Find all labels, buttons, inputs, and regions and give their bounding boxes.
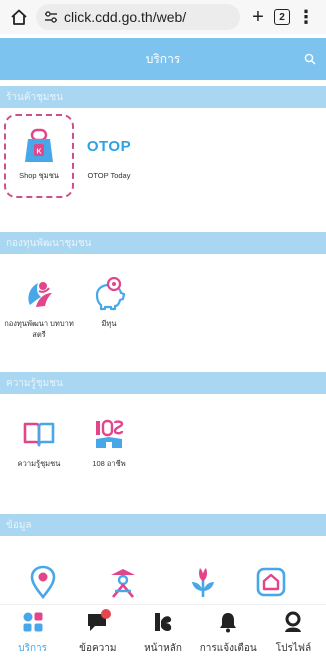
plus-icon: + — [252, 5, 264, 28]
home-icon[interactable] — [8, 6, 30, 28]
service-label: OTOP Today — [87, 171, 131, 180]
service-location[interactable] — [8, 560, 78, 604]
grid-icon — [22, 611, 44, 638]
service-women-fund[interactable]: กองทุนพัฒนา บทบาทสตรี — [4, 272, 74, 340]
occupation-icon — [74, 412, 144, 456]
bottom-navigation: บริการ ข้อความ หน้าหลัก การแจ้งเตือน โปร… — [0, 604, 326, 657]
nav-messages[interactable]: ข้อความ — [65, 605, 130, 657]
service-label: ความรู้ชุมชน — [17, 459, 61, 468]
page-title: บริการ — [145, 51, 181, 66]
section-header: ร้านค้าชุมชน — [0, 86, 326, 108]
nav-label: ข้อความ — [79, 643, 117, 654]
service-label: Shop ชุมชน — [19, 171, 59, 180]
service-knowledge[interactable]: ความรู้ชุมชน — [4, 412, 74, 469]
more-icon: ⋮ — [297, 7, 315, 27]
nav-profile[interactable]: โปรไฟล์ — [261, 605, 326, 657]
site-settings-icon[interactable] — [44, 11, 58, 23]
shopping-bag-icon: K — [4, 124, 74, 168]
menu-button[interactable]: ⋮ — [294, 5, 318, 29]
otop-logo: OTOP — [74, 124, 144, 168]
browser-toolbar: click.cdd.go.th/web/ + 2 ⋮ — [0, 0, 326, 34]
tab-count: 2 — [274, 9, 290, 25]
nav-label: การแจ้งเตือน — [199, 643, 257, 654]
piggy-bank-icon — [74, 272, 144, 316]
url-bar[interactable]: click.cdd.go.th/web/ — [36, 4, 240, 30]
nav-label: โปรไฟล์ — [275, 643, 312, 654]
service-person[interactable] — [88, 560, 158, 604]
service-shop[interactable]: K Shop ชุมชน — [4, 124, 74, 181]
plant-icon — [168, 560, 238, 604]
tab-switcher-button[interactable]: 2 — [270, 5, 294, 29]
service-house[interactable] — [236, 560, 306, 604]
home-logo-icon — [152, 611, 174, 638]
book-icon — [4, 412, 74, 456]
service-label: กองทุนพัฒนา บทบาทสตรี — [4, 319, 74, 339]
nav-services[interactable]: บริการ — [0, 605, 65, 657]
service-meetun[interactable]: มีทุน — [74, 272, 144, 329]
nav-label: หน้าหลัก — [144, 643, 182, 654]
new-tab-button[interactable]: + — [246, 5, 270, 29]
house-icon — [236, 560, 306, 604]
person-icon — [88, 560, 158, 604]
women-fund-icon — [4, 272, 74, 316]
search-icon[interactable] — [304, 52, 316, 70]
service-otop[interactable]: OTOP OTOP Today — [74, 124, 144, 181]
svg-text:K: K — [36, 149, 41, 156]
location-pin-icon — [8, 560, 78, 604]
nav-home[interactable]: หน้าหลัก — [130, 605, 195, 657]
nav-notifications[interactable]: การแจ้งเตือน — [196, 605, 261, 657]
bell-icon — [217, 611, 239, 638]
service-label: มีทุน — [101, 319, 117, 328]
section-header: ข้อมูล — [0, 514, 326, 536]
service-label: 108 อาชีพ — [92, 459, 126, 468]
app-header: บริการ — [0, 38, 326, 80]
nav-label: บริการ — [18, 643, 47, 654]
service-plant[interactable] — [168, 560, 238, 604]
profile-icon — [282, 611, 304, 638]
otop-logo-text: OTOP — [86, 137, 132, 155]
section-header: กองทุนพัฒนาชุมชน — [0, 232, 326, 254]
service-108-jobs[interactable]: 108 อาชีพ — [74, 412, 144, 469]
url-text: click.cdd.go.th/web/ — [64, 9, 187, 25]
section-header: ความรู้ชุมชน — [0, 372, 326, 394]
